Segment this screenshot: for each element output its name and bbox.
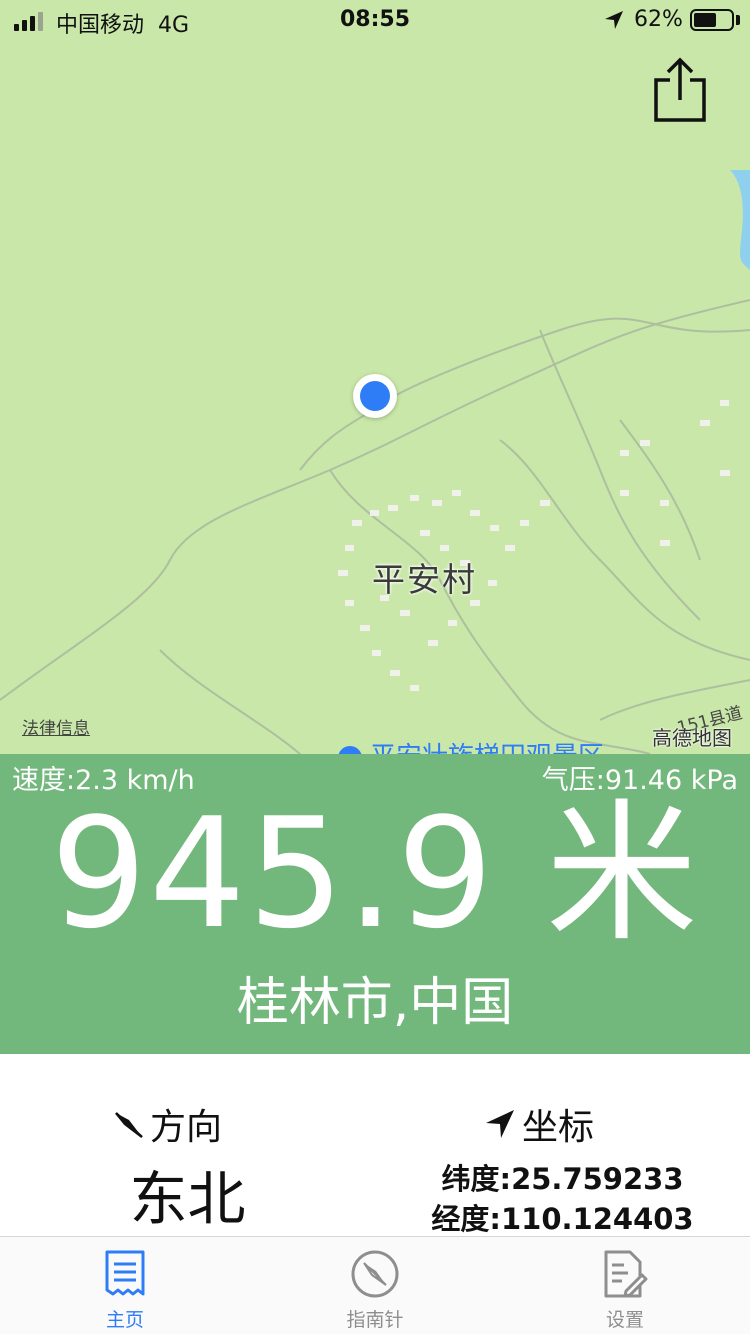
location-services-icon [605,11,623,29]
info-section: 方向 东北 坐标 纬度:25.759233 经度:110.124403 [0,1054,750,1236]
coordinate-heading: 坐标 [484,1098,594,1150]
map-view[interactable]: 平安村 法律信息 151县道 高德地图 平安壮族梯田观景区 [0,0,750,754]
share-icon[interactable] [650,56,710,126]
poi-label[interactable]: 平安壮族梯田观景区 [338,736,604,754]
battery-icon [690,9,734,31]
tab-compass[interactable]: 指南针 [250,1249,500,1332]
battery-level [694,13,716,27]
current-location-marker [353,374,397,418]
map-brand-logo: 高德地图 [652,726,732,750]
compass-needle-icon [115,1112,143,1138]
tab-home-label: 主页 [105,1309,144,1331]
altitude-value: 945.9 米 [50,785,700,962]
battery-percent: 62% [634,7,683,32]
altitude-panel: 速度:2.3 km/h 气压:91.46 kPa 945.9 米 桂林市,中国 [0,754,750,1054]
tab-bar: 主页 指南针 设置 [0,1236,750,1334]
settings-doc-icon [604,1250,648,1298]
city-location: 桂林市,中国 [236,973,514,1033]
direction-title: 方向 [150,1107,223,1148]
document-icon [105,1250,145,1296]
tab-settings-label: 设置 [605,1309,644,1331]
direction-heading: 方向 [112,1098,222,1150]
map-place-label: 平安村 [372,560,477,599]
latitude-value: 纬度:25.759233 [441,1162,684,1196]
legal-info-link[interactable]: 法律信息 [22,714,90,739]
navigation-arrow-icon [486,1110,514,1138]
poi-label-text: 平安壮族梯田观景区 [370,742,604,754]
compass-icon [351,1250,399,1298]
coordinate-title: 坐标 [522,1107,595,1148]
poi-pin-icon [338,745,362,754]
tab-home[interactable]: 主页 [0,1249,250,1332]
direction-value: 东北 [129,1165,246,1233]
status-bar: 中国移动 4G 08:55 62% [0,0,750,40]
tab-compass-label: 指南针 [346,1309,404,1331]
tab-settings[interactable]: 设置 [500,1249,750,1332]
battery-tip [736,15,740,25]
longitude-value: 经度:110.124403 [431,1202,694,1236]
